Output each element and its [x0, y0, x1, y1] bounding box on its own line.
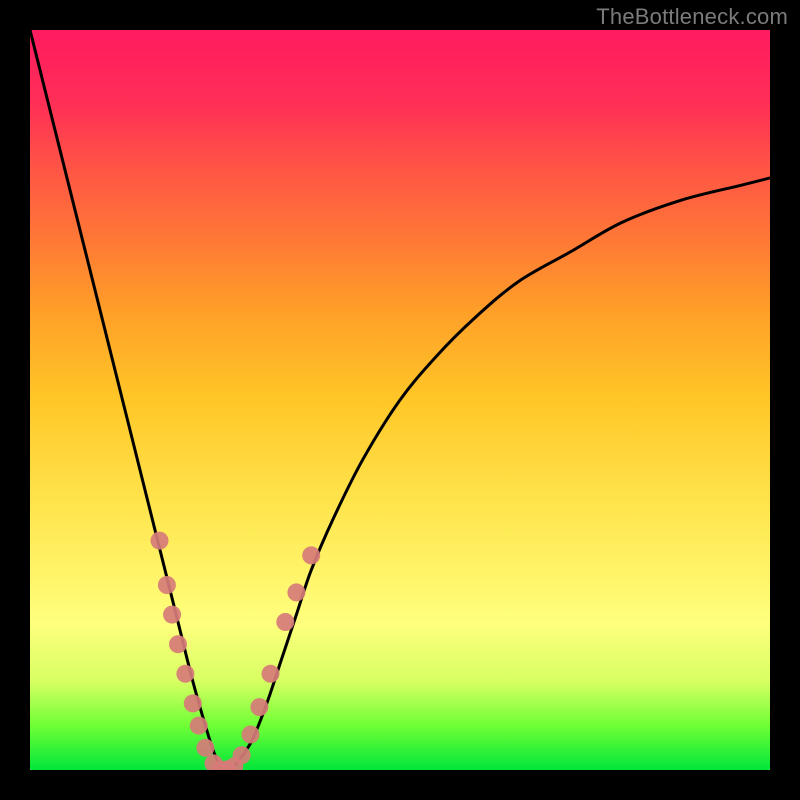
data-marker	[302, 546, 320, 564]
data-marker	[176, 665, 194, 683]
data-marker	[184, 694, 202, 712]
chart-frame: TheBottleneck.com	[0, 0, 800, 800]
data-marker	[158, 576, 176, 594]
data-marker	[262, 665, 280, 683]
watermark-text: TheBottleneck.com	[596, 4, 788, 30]
bottleneck-curve	[30, 30, 770, 770]
curve-markers	[151, 532, 321, 770]
data-marker	[276, 613, 294, 631]
data-marker	[169, 635, 187, 653]
data-marker	[233, 746, 251, 764]
data-marker	[190, 717, 208, 735]
data-marker	[250, 698, 268, 716]
plot-area	[30, 30, 770, 770]
bottleneck-curve-svg	[30, 30, 770, 770]
data-marker	[242, 725, 260, 743]
data-marker	[196, 739, 214, 757]
data-marker	[151, 532, 169, 550]
data-marker	[287, 583, 305, 601]
data-marker	[163, 606, 181, 624]
